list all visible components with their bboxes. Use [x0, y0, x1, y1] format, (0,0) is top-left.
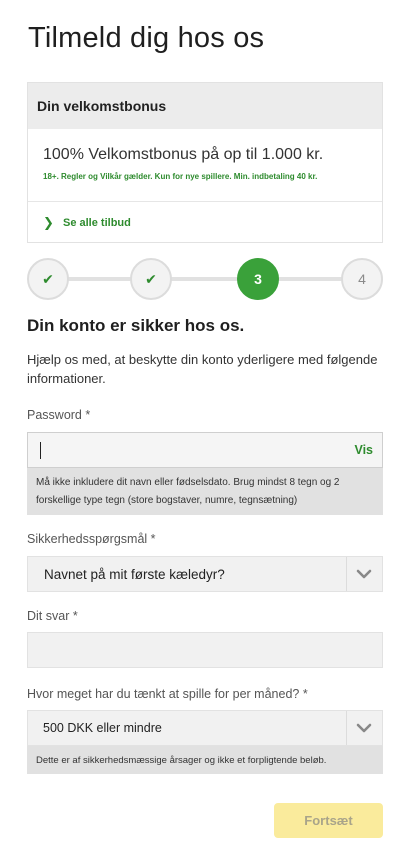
bonus-headline: 100% Velkomstbonus på op til 1.000 kr.	[43, 146, 324, 163]
bonus-divider	[28, 201, 382, 202]
security-question-value: Navnet på mit første kæledyr?	[44, 567, 225, 582]
section-description: Hjælp os med, at beskytte din konto yder…	[27, 352, 378, 386]
answer-label: Dit svar *	[27, 609, 78, 623]
budget-label: Hvor meget har du tænkt at spille for pe…	[27, 687, 308, 701]
budget-hint: Dette er af sikkerhedsmæssige årsager og…	[27, 746, 383, 774]
step-3-current: 3	[237, 258, 279, 300]
chevron-down-icon	[356, 723, 372, 733]
security-question-select[interactable]: Navnet på mit første kæledyr?	[27, 556, 383, 592]
answer-field[interactable]	[27, 632, 383, 668]
chevron-right-icon: ❯	[43, 215, 54, 230]
step-2-check-icon: ✔	[130, 258, 172, 300]
continue-button[interactable]: Fortsæt	[274, 803, 383, 838]
progress-stepper: ✔ ✔ 3 4	[27, 258, 383, 300]
stepper-track	[47, 277, 363, 281]
monthly-budget-value: 500 DKK eller mindre	[43, 721, 162, 735]
password-label: Password *	[27, 408, 91, 422]
chevron-down-icon	[356, 569, 372, 579]
bonus-terms: 18+. Regler og Vilkår gælder. Kun for ny…	[43, 172, 318, 181]
select-divider	[346, 557, 347, 591]
bonus-header: Din velkomstbonus	[28, 83, 382, 129]
welcome-bonus-card: Din velkomstbonus 100% Velkomstbonus på …	[27, 82, 383, 243]
page-title: Tilmeld dig hos os	[28, 22, 265, 54]
step-1-check-icon: ✔	[27, 258, 69, 300]
see-all-offers-label: Se alle tilbud	[63, 217, 131, 229]
monthly-budget-select[interactable]: 500 DKK eller mindre	[27, 710, 383, 746]
step-4: 4	[341, 258, 383, 300]
text-caret	[40, 442, 41, 459]
see-all-offers-link[interactable]: ❯ Se alle tilbud	[43, 213, 131, 233]
select-divider	[346, 711, 347, 745]
password-hint: Må ikke inkludere dit navn eller fødsels…	[27, 468, 383, 515]
password-field[interactable]: Vis	[27, 432, 383, 468]
show-password-button[interactable]: Vis	[354, 443, 373, 457]
security-question-label: Sikkerhedsspørgsmål *	[27, 532, 156, 546]
section-title: Din konto er sikker hos os.	[27, 316, 245, 335]
